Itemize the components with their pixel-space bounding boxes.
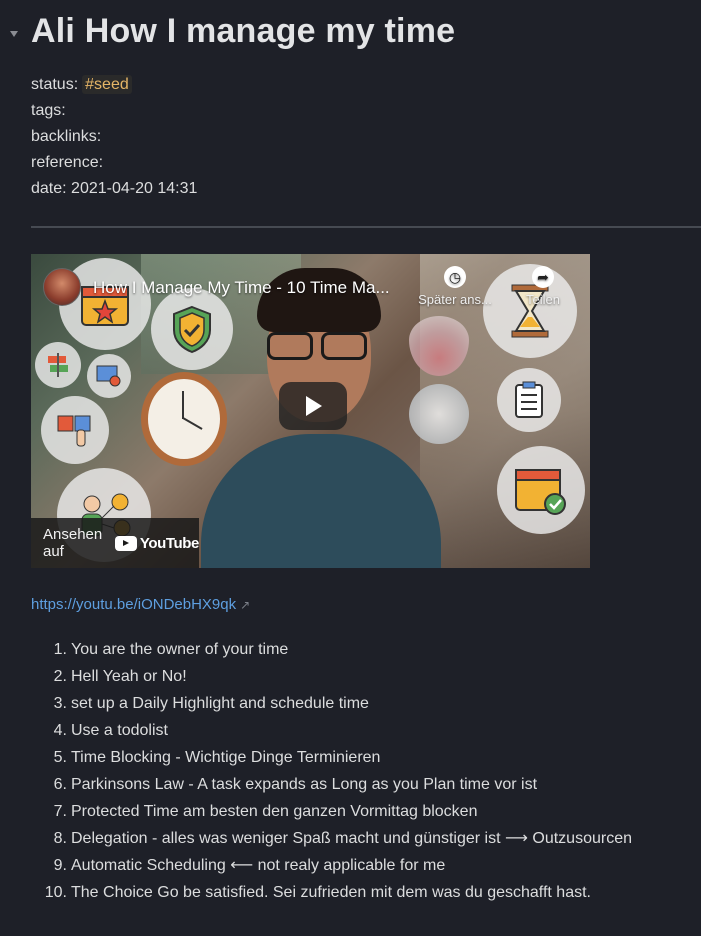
- share-label: Teilen: [526, 292, 560, 307]
- list-item: 6. Parkinsons Law - A task expands as Lon…: [31, 771, 632, 798]
- list-item-text: Delegation - alles was weniger Spaß mach…: [71, 830, 632, 847]
- checklist-hand-icon: [41, 396, 109, 464]
- list-item-number: 9.: [53, 857, 67, 874]
- date-property: date: 2021-04-20 14:31: [31, 176, 197, 202]
- youtube-play-icon: [114, 535, 137, 551]
- backlinks-label: backlinks:: [31, 128, 102, 145]
- tags-property: tags:: [31, 98, 197, 124]
- backlinks-property: backlinks:: [31, 124, 197, 150]
- signpost-icon: [35, 342, 81, 388]
- youtube-logo-text: YouTube: [139, 534, 200, 552]
- youtube-link-text: https://youtu.be/iONDebHX9qk: [31, 596, 237, 613]
- list-item-number: 7.: [53, 803, 67, 820]
- reference-label: reference:: [31, 154, 104, 171]
- properties-block: status: #seed tags: backlinks: reference:…: [31, 72, 197, 202]
- share-button[interactable]: ➦ Teilen: [503, 266, 583, 307]
- video-title[interactable]: How I Manage My Time - 10 Time Ma...: [93, 278, 390, 298]
- list-item: 10. The Choice Go be satisfied. Sei zufri…: [31, 879, 632, 906]
- list-item-text: set up a Daily Highlight and schedule ti…: [71, 695, 369, 712]
- list-item: 5. Time Blocking - Wichtige Dinge Termini…: [31, 744, 632, 771]
- play-icon[interactable]: [279, 382, 347, 430]
- clipboard-list-icon: [497, 368, 561, 432]
- list-item-number: 4.: [53, 722, 67, 739]
- horizontal-divider: [31, 226, 701, 228]
- shield-check-icon: [151, 288, 233, 370]
- tags-label: tags:: [31, 102, 66, 119]
- list-item: 9. Automatic Scheduling ⟵ not realy appli…: [31, 852, 632, 879]
- list-item: 2. Hell Yeah or No!: [31, 663, 632, 690]
- hourglass-image: [409, 316, 469, 446]
- list-item-text: Use a todolist: [71, 722, 168, 739]
- date-label: date:: [31, 180, 67, 197]
- video-thumbnail-glasses: [267, 332, 367, 360]
- list-item-number: 6.: [53, 776, 67, 793]
- watch-on-youtube-button[interactable]: Ansehen auf YouTube: [31, 518, 199, 568]
- list-item-number: 2.: [53, 668, 67, 685]
- collapse-heading-icon[interactable]: [10, 31, 18, 37]
- youtube-logo: YouTube: [114, 534, 200, 552]
- list-item: 1. You are the owner of your time: [31, 636, 632, 663]
- list-item-text: Parkinsons Law - A task expands as Long …: [71, 776, 538, 793]
- list-item-text: Time Blocking - Wichtige Dinge Terminier…: [71, 749, 381, 766]
- status-label: status:: [31, 76, 79, 93]
- list-item-text: You are the owner of your time: [71, 641, 289, 658]
- watch-on-label: Ansehen auf: [43, 526, 103, 560]
- list-item-number: 3.: [53, 695, 67, 712]
- watch-later-button[interactable]: ◷ Später ans...: [415, 266, 495, 307]
- seed-tag[interactable]: #seed: [82, 75, 132, 94]
- watch-later-label: Später ans...: [418, 292, 492, 307]
- video-thumbnail-person-body: [201, 434, 441, 568]
- list-item: 4. Use a todolist: [31, 717, 632, 744]
- clock-icon: [141, 372, 227, 466]
- list-item-number: 5.: [53, 749, 67, 766]
- list-item-number: 1.: [53, 641, 67, 658]
- list-item-text: Automatic Scheduling ⟵ not realy applica…: [71, 857, 446, 874]
- list-item-text: Hell Yeah or No!: [71, 668, 187, 685]
- status-property: status: #seed: [31, 72, 197, 98]
- list-item-number: 8.: [53, 830, 67, 847]
- numbered-list: 1. You are the owner of your time 2. Hell Y…: [31, 636, 632, 906]
- youtube-embed[interactable]: How I Manage My Time - 10 Time Ma... ◷ S…: [31, 254, 590, 568]
- list-item: 7. Protected Time am besten den ganzen Vo…: [31, 798, 632, 825]
- settings-window-icon: [87, 354, 131, 398]
- list-item-text: Protected Time am besten den ganzen Vorm…: [71, 803, 478, 820]
- list-item: 8. Delegation - alles was weniger Spaß ma…: [31, 825, 632, 852]
- list-item-text: The Choice Go be satisfied. Sei zufriede…: [71, 884, 591, 901]
- share-arrow-icon: ➦: [532, 266, 554, 288]
- list-item: 3. set up a Daily Highlight and schedule …: [31, 690, 632, 717]
- clock-icon: ◷: [444, 266, 466, 288]
- external-link-icon: ↗: [240, 598, 251, 612]
- channel-avatar[interactable]: [43, 268, 81, 306]
- note-title: Ali How I manage my time: [31, 12, 456, 50]
- reference-property: reference:: [31, 150, 197, 176]
- calendar-check-icon: [497, 446, 585, 534]
- list-item-number: 10.: [44, 884, 67, 901]
- youtube-link[interactable]: https://youtu.be/iONDebHX9qk ↗: [31, 596, 250, 613]
- date-value: 2021-04-20 14:31: [71, 180, 198, 197]
